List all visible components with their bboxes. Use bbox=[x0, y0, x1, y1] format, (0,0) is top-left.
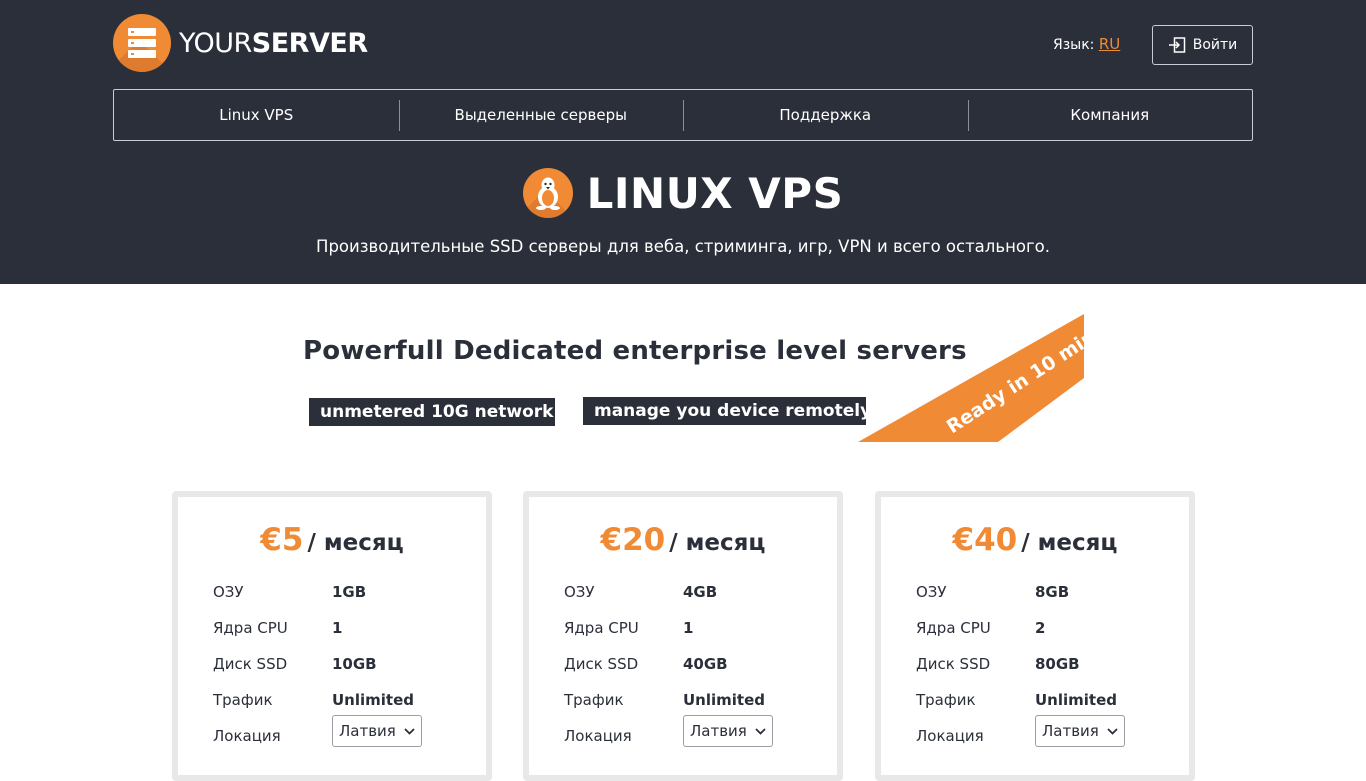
location-value: Латвия bbox=[339, 722, 396, 740]
page-subtitle: Производительные SSD серверы для веба, с… bbox=[316, 237, 1050, 256]
spec-label-ram: ОЗУ bbox=[213, 583, 244, 601]
price-period: / месяц bbox=[669, 530, 766, 556]
spec-label-traffic: Трафик bbox=[213, 691, 273, 709]
plan-price: €40/ месяц bbox=[881, 522, 1189, 558]
spec-value-disk: 40GB bbox=[683, 655, 728, 673]
spec-value-ram: 1GB bbox=[332, 583, 367, 601]
spec-label-traffic: Трафик bbox=[564, 691, 624, 709]
login-icon bbox=[1168, 37, 1185, 53]
chevron-down-icon bbox=[1107, 727, 1118, 735]
spec-value-ram: 8GB bbox=[1035, 583, 1070, 601]
chevron-down-icon bbox=[404, 727, 415, 735]
language-link[interactable]: RU bbox=[1099, 35, 1120, 53]
main-nav: Linux VPS Выделенные серверы Поддержка К… bbox=[113, 89, 1253, 141]
promo-tag-remote: manage you device remotely bbox=[583, 397, 871, 425]
spec-label-disk: Диск SSD bbox=[213, 655, 288, 673]
spec-value-disk: 10GB bbox=[332, 655, 377, 673]
logo-text-bold: SERVER bbox=[251, 27, 368, 59]
plan-price: €20/ месяц bbox=[529, 522, 837, 558]
page-heading: LINUX VPS bbox=[0, 168, 1366, 218]
tux-icon bbox=[522, 168, 573, 218]
spec-value-traffic: Unlimited bbox=[1035, 691, 1117, 709]
spec-value-cpu: 1 bbox=[683, 619, 694, 637]
plan-card: €40/ месяц ОЗУ 8GB Ядра CPU 2 Диск SSD 8… bbox=[875, 491, 1195, 781]
location-select[interactable]: Латвия bbox=[683, 715, 773, 747]
logo-text-light: YOUR bbox=[179, 27, 252, 59]
nav-item-company[interactable]: Компания bbox=[967, 90, 1253, 140]
spec-value-traffic: Unlimited bbox=[332, 691, 414, 709]
logo-text: YOURSERVER bbox=[179, 28, 368, 59]
plan-price: €5/ месяц bbox=[178, 522, 486, 558]
nav-item-linux-vps[interactable]: Linux VPS bbox=[114, 90, 399, 140]
price-period: / месяц bbox=[1021, 530, 1118, 556]
spec-value-disk: 80GB bbox=[1035, 655, 1080, 673]
spec-value-traffic: Unlimited bbox=[683, 691, 765, 709]
plan-card: €20/ месяц ОЗУ 4GB Ядра CPU 1 Диск SSD 4… bbox=[523, 491, 843, 781]
nav-item-dedicated[interactable]: Выделенные серверы bbox=[398, 90, 684, 140]
chevron-down-icon bbox=[755, 727, 766, 735]
plan-card: €5/ месяц ОЗУ 1GB Ядра CPU 1 Диск SSD 10… bbox=[172, 491, 492, 781]
spec-value-cpu: 2 bbox=[1035, 619, 1046, 637]
price-amount: €40 bbox=[952, 522, 1018, 558]
page-title: LINUX VPS bbox=[586, 168, 844, 218]
language-label: Язык: bbox=[1053, 37, 1095, 53]
spec-label-ram: ОЗУ bbox=[916, 583, 947, 601]
location-select[interactable]: Латвия bbox=[1035, 715, 1125, 747]
spec-label-location: Локация bbox=[213, 727, 281, 745]
hero-section: YOURSERVER Язык: RU Войти Linux VPS Выде… bbox=[0, 0, 1366, 284]
price-period: / месяц bbox=[307, 530, 404, 556]
server-logo-icon bbox=[113, 14, 171, 72]
price-amount: €20 bbox=[600, 522, 666, 558]
price-amount: €5 bbox=[260, 522, 304, 558]
spec-label-disk: Диск SSD bbox=[916, 655, 991, 673]
login-label: Войти bbox=[1192, 37, 1238, 53]
nav-item-support[interactable]: Поддержка bbox=[683, 90, 968, 140]
spec-label-location: Локация bbox=[564, 727, 632, 745]
spec-label-location: Локация bbox=[916, 727, 984, 745]
ready-ribbon: Ready in 10 min bbox=[858, 314, 1084, 442]
location-value: Латвия bbox=[1042, 722, 1099, 740]
location-select[interactable]: Латвия bbox=[332, 715, 422, 747]
location-value: Латвия bbox=[690, 722, 747, 740]
promo-tag-network: unmetered 10G network bbox=[309, 398, 555, 426]
spec-label-cpu: Ядра CPU bbox=[213, 619, 288, 637]
spec-label-traffic: Трафик bbox=[916, 691, 976, 709]
language-switcher: Язык: RU bbox=[1053, 35, 1120, 53]
spec-value-ram: 4GB bbox=[683, 583, 718, 601]
site-logo[interactable]: YOURSERVER bbox=[113, 14, 368, 72]
spec-label-ram: ОЗУ bbox=[564, 583, 595, 601]
spec-label-disk: Диск SSD bbox=[564, 655, 639, 673]
spec-label-cpu: Ядра CPU bbox=[564, 619, 639, 637]
spec-label-cpu: Ядра CPU bbox=[916, 619, 991, 637]
login-button[interactable]: Войти bbox=[1152, 25, 1253, 65]
spec-value-cpu: 1 bbox=[332, 619, 343, 637]
